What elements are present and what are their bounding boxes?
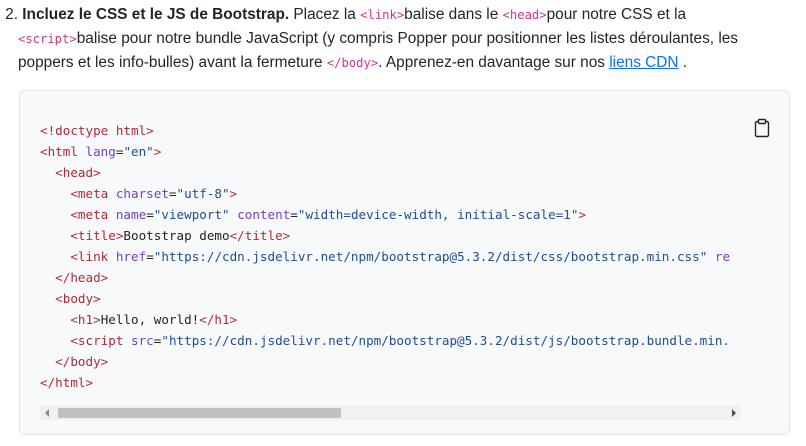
code-token-txt: =	[168, 186, 177, 201]
code-token-str: "utf-8"	[176, 186, 230, 201]
scroll-right-arrow-icon[interactable]	[732, 409, 736, 417]
inline-code-body: </body>	[326, 56, 379, 70]
horizontal-scrollbar[interactable]	[40, 405, 741, 420]
code-line: <title>Bootstrap demo</title>	[40, 225, 746, 246]
code-token-tag: >	[153, 144, 162, 159]
code-line: <body>	[40, 288, 746, 309]
code-token-tag: <meta	[70, 186, 116, 201]
inline-code-head: <head>	[502, 8, 547, 22]
code-token-str: "width=device-width, initial-scale=1"	[297, 207, 579, 222]
step-text: Placez la	[289, 6, 361, 23]
code-token-attr: href	[115, 249, 147, 264]
code-token-tag: <h1>	[70, 312, 101, 327]
code-token-tag: </body>	[55, 354, 109, 369]
code-token-attr: charset	[115, 186, 169, 201]
code-line: </head>	[40, 267, 746, 288]
step-title: Incluez le CSS et le JS de Bootstrap.	[22, 6, 290, 23]
code-token-attr: name	[115, 207, 147, 222]
code-line: <head>	[40, 162, 746, 183]
code-token-tag: >	[578, 207, 587, 222]
code-content: <!doctype html> <html lang="en"> <head> <…	[40, 120, 746, 393]
scrollbar-thumb[interactable]	[58, 408, 341, 418]
code-token-attr: lang	[85, 144, 116, 159]
code-token-attr: re	[714, 249, 731, 264]
step-number: 2.	[5, 6, 18, 23]
code-line: <html lang="en">	[40, 141, 746, 162]
code-token-tag: </title>	[229, 228, 291, 243]
step-2-paragraph: 2. Incluez le CSS et le JS de Bootstrap.…	[0, 3, 790, 75]
code-token-tag: <link	[70, 249, 116, 264]
code-token-txt: =	[146, 207, 154, 222]
code-line: <h1>Hello, world!</h1>	[40, 309, 746, 330]
step-text: pour notre CSS et la	[546, 6, 687, 23]
code-token-str: "en"	[123, 144, 154, 159]
code-token-str: "https://cdn.jsdelivr.net/npm/bootstrap@…	[161, 333, 731, 348]
code-line: <meta charset="utf-8">	[40, 183, 746, 204]
step-text: poppers et les info-bulles) avant la fer…	[18, 54, 327, 71]
step-text: .	[678, 54, 688, 71]
code-token-txt: =	[146, 249, 154, 264]
code-token-attr: content	[237, 207, 291, 222]
code-token-str: "viewport"	[153, 207, 230, 222]
code-token-tag: >	[229, 186, 238, 201]
clipboard-icon	[754, 118, 770, 138]
code-line: </html>	[40, 372, 746, 393]
cdn-links-link[interactable]: liens CDN	[609, 54, 678, 71]
step-text: balise pour notre bundle JavaScript (y c…	[76, 30, 738, 47]
step-text: balise dans le	[404, 6, 503, 23]
code-token-attr: src	[131, 333, 154, 348]
code-line: </body>	[40, 351, 746, 372]
code-line: <meta name="viewport" content="width=dev…	[40, 204, 746, 225]
code-token-tag: <script	[70, 333, 132, 348]
code-token-txt: Bootstrap demo	[123, 228, 230, 243]
code-token-tag: <title>	[70, 228, 124, 243]
code-token-str: "https://cdn.jsdelivr.net/npm/bootstrap@…	[153, 249, 708, 264]
code-token-tag: <html	[40, 144, 86, 159]
code-token-tag: <body>	[55, 291, 101, 306]
code-token-txt: =	[290, 207, 298, 222]
scroll-left-arrow-icon[interactable]	[45, 409, 49, 417]
code-token-tag: </head>	[55, 270, 109, 285]
code-token-tag: <meta	[70, 207, 116, 222]
inline-code-script: <script>	[18, 32, 77, 46]
code-line: <!doctype html>	[40, 120, 746, 141]
copy-button[interactable]	[753, 118, 771, 138]
code-token-tag: </h1>	[199, 312, 238, 327]
code-block: <!doctype html> <html lang="en"> <head> <…	[19, 90, 790, 435]
step-text: . Apprenez-en davantage sur nos	[378, 54, 610, 71]
code-token-tag: </html>	[40, 375, 94, 390]
code-line: <script src="https://cdn.jsdelivr.net/np…	[40, 330, 746, 351]
code-token-tag: <!doctype html>	[40, 123, 154, 138]
code-line: <link href="https://cdn.jsdelivr.net/npm…	[40, 246, 746, 267]
code-token-tag: <head>	[55, 165, 101, 180]
code-scroll-area[interactable]: <!doctype html> <html lang="en"> <head> <…	[40, 120, 746, 395]
inline-code-link: <link>	[360, 8, 405, 22]
code-token-txt: Hello, world!	[100, 312, 200, 327]
